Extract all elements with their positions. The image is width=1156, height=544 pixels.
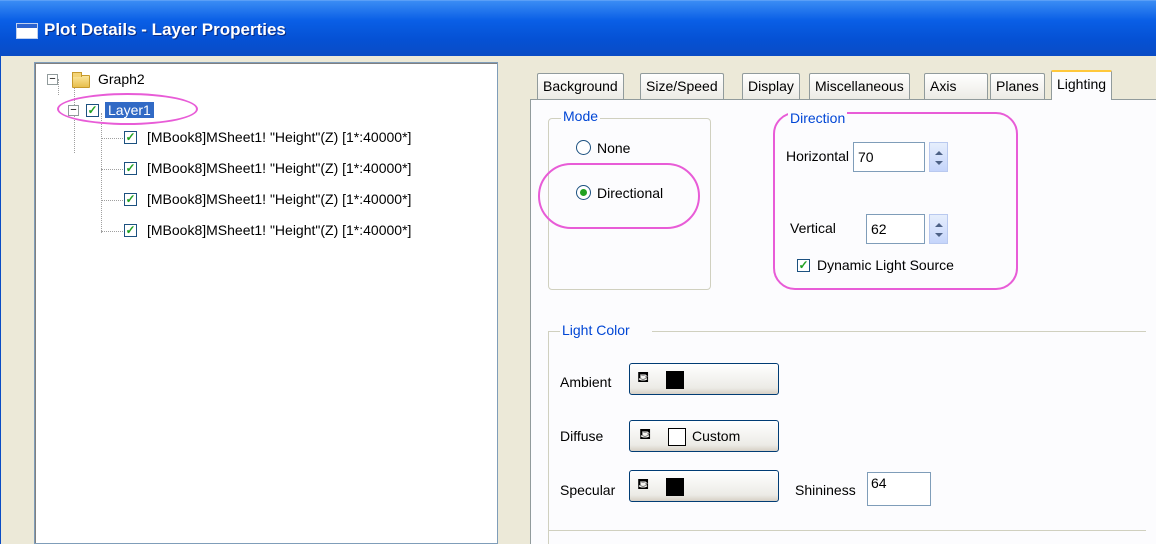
shininess-input[interactable]: 64 [867, 472, 931, 506]
tree-item-plot[interactable]: [MBook8]MSheet1! "Height"(Z) [1*:40000*] [147, 220, 411, 242]
vertical-input[interactable]: 62 [866, 214, 925, 244]
layer-tree[interactable]: − Graph2 − ✓ Layer1 ✓ [MBook8]MSheet1! "… [34, 62, 498, 544]
tab-display[interactable]: Display [742, 73, 800, 99]
paint-bucket-icon: ⛾ [639, 426, 652, 443]
shininess-label: Shininess [795, 482, 856, 498]
dynamic-light-label[interactable]: Dynamic Light Source [817, 257, 954, 273]
window-icon [16, 23, 38, 39]
light-color-group-label: Light Color [560, 322, 632, 338]
diffuse-label: Diffuse [560, 428, 604, 444]
light-color-group-top-left [548, 331, 560, 332]
light-color-group-line [652, 331, 1146, 332]
plot-3-checkbox[interactable]: ✓ [124, 193, 137, 206]
tab-size-speed[interactable]: Size/Speed [640, 73, 724, 99]
plot-4-checkbox[interactable]: ✓ [124, 224, 137, 237]
horizontal-spinner[interactable] [929, 142, 948, 172]
tab-lighting[interactable]: Lighting [1051, 70, 1113, 100]
specular-label: Specular [560, 482, 616, 498]
diffuse-swatch [668, 428, 686, 446]
mode-none-radio[interactable] [576, 140, 591, 155]
ambient-color-button[interactable]: ⛾ [629, 363, 779, 395]
specular-swatch [666, 478, 684, 496]
tab-axis[interactable]: Axis [924, 73, 988, 99]
folder-icon [72, 72, 90, 88]
diffuse-color-button[interactable]: ⛾ Custom [629, 420, 779, 452]
horizontal-input[interactable]: 70 [853, 142, 925, 172]
vertical-label: Vertical [790, 220, 836, 236]
specular-color-button[interactable]: ⛾ [629, 470, 779, 502]
layer1-highlight-ellipse [57, 93, 198, 125]
light-color-group-bottom [548, 530, 1146, 531]
tree-item-graph2[interactable]: Graph2 [98, 69, 145, 91]
ambient-label: Ambient [560, 374, 612, 390]
mode-group-label: Mode [561, 108, 601, 124]
paint-bucket-icon: ⛾ [637, 476, 650, 493]
window-title: Plot Details - Layer Properties [44, 20, 286, 39]
light-color-group-left [548, 331, 549, 544]
tree-item-plot[interactable]: [MBook8]MSheet1! "Height"(Z) [1*:40000*] [147, 127, 411, 149]
dynamic-light-checkbox[interactable]: ✓ [797, 259, 810, 272]
tab-planes[interactable]: Planes [990, 73, 1045, 99]
directional-highlight-ellipse [538, 163, 700, 229]
graph2-collapse-toggle[interactable]: − [47, 74, 58, 85]
title-bar[interactable]: Plot Details - Layer Properties [0, 0, 1156, 56]
direction-group-label: Direction [788, 110, 848, 126]
tree-item-plot[interactable]: [MBook8]MSheet1! "Height"(Z) [1*:40000*] [147, 189, 411, 211]
paint-bucket-icon: ⛾ [637, 369, 650, 386]
horizontal-label: Horizontal [786, 148, 850, 164]
plot-1-checkbox[interactable]: ✓ [124, 131, 137, 144]
mode-none-label[interactable]: None [597, 140, 630, 156]
tab-background[interactable]: Background [537, 73, 624, 99]
ambient-swatch [666, 371, 684, 389]
plot-2-checkbox[interactable]: ✓ [124, 162, 137, 175]
diffuse-value: Custom [692, 428, 741, 444]
tab-miscellaneous[interactable]: Miscellaneous [809, 73, 910, 99]
vertical-spinner[interactable] [929, 214, 948, 244]
plot-details-window: Plot Details - Layer Properties − Graph2… [0, 0, 1156, 544]
tree-item-plot[interactable]: [MBook8]MSheet1! "Height"(Z) [1*:40000*] [147, 158, 411, 180]
